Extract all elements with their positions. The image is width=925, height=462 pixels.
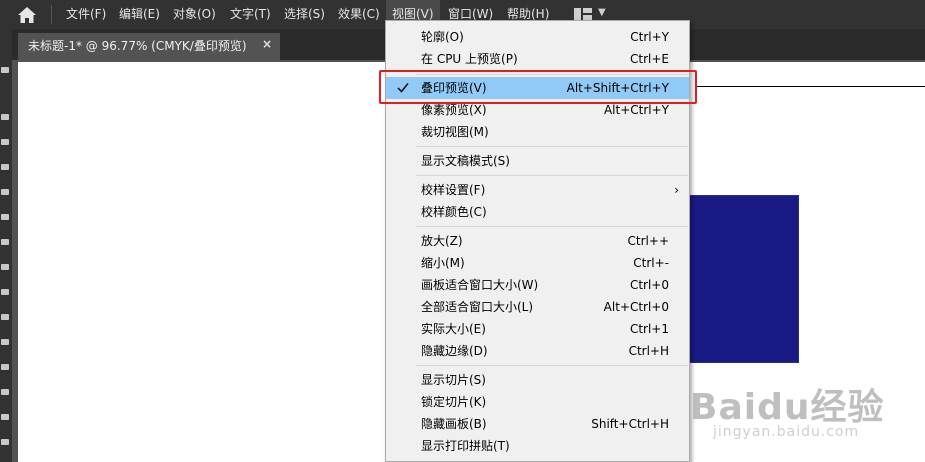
menu-object[interactable]: 对象(O) <box>173 0 216 29</box>
menu-file[interactable]: 文件(F) <box>66 0 106 29</box>
menu-item-label: 画板适合窗口大小(W) <box>421 278 539 292</box>
menu-item-label: 隐藏边缘(D) <box>421 344 488 358</box>
menu-item-actual-size[interactable]: 实际大小(E) Ctrl+1 <box>386 318 689 340</box>
menu-divider <box>416 365 688 366</box>
direct-selection-tool-icon[interactable] <box>1 114 9 120</box>
menu-item-zoom-in[interactable]: 放大(Z) Ctrl++ <box>386 230 689 252</box>
menu-type[interactable]: 文字(T) <box>230 0 271 29</box>
chevron-down-icon[interactable]: ▼ <box>598 7 606 18</box>
menu-item-shortcut: Ctrl+Y <box>630 30 669 44</box>
menu-item-trim-view[interactable]: 裁切视图(M) <box>386 121 689 143</box>
hand-tool-icon[interactable] <box>1 414 9 420</box>
menu-divider <box>416 146 688 147</box>
menu-item-shortcut: Shift+Ctrl+H <box>591 417 669 431</box>
menu-edit[interactable]: 编辑(E) <box>119 0 160 29</box>
menu-item-shortcut: Ctrl+- <box>633 256 669 270</box>
document-tab[interactable]: 未标题-1* @ 96.77% (CMYK/叠印预览) <box>18 33 280 60</box>
menu-select[interactable]: 选择(S) <box>284 0 325 29</box>
menu-item-label: 锁定切片(K) <box>421 395 487 409</box>
menu-item-hide-artboards[interactable]: 隐藏画板(B) Shift+Ctrl+H <box>386 413 689 435</box>
menu-item-label: 显示切片(S) <box>421 373 486 387</box>
menu-item-shortcut: Ctrl++ <box>627 234 669 248</box>
guide-line[interactable] <box>697 86 925 87</box>
menu-item-label: 显示文稿模式(S) <box>421 154 510 168</box>
blend-tool-icon[interactable] <box>1 389 9 395</box>
menu-item-label: 显示打印拼贴(T) <box>421 439 510 453</box>
chevron-right-icon: › <box>674 183 679 197</box>
tools-panel <box>0 29 12 462</box>
shape-builder-tool-icon[interactable] <box>1 339 9 345</box>
menu-item-label: 校样颜色(C) <box>421 205 487 219</box>
menu-item-label: 实际大小(E) <box>421 322 486 336</box>
menu-item-label: 裁切视图(M) <box>421 125 489 139</box>
rotate-tool-icon[interactable] <box>1 264 9 270</box>
menu-item-shortcut: Ctrl+1 <box>629 322 669 336</box>
selection-tool-icon[interactable] <box>1 67 9 73</box>
menu-item-cpu-preview[interactable]: 在 CPU 上预览(P) Ctrl+E <box>386 48 689 70</box>
menu-item-shortcut: Ctrl+E <box>630 52 669 66</box>
close-icon[interactable]: × <box>262 37 272 51</box>
home-icon[interactable] <box>17 6 37 24</box>
menu-item-proof-colors[interactable]: 校样颜色(C) <box>386 201 689 223</box>
menu-item-label: 在 CPU 上预览(P) <box>421 52 518 66</box>
menu-item-lock-slices[interactable]: 锁定切片(K) <box>386 391 689 413</box>
watermark-url: jingyan.baidu.com <box>713 424 860 440</box>
line-tool-icon[interactable] <box>1 189 9 195</box>
annotation-highlight-box <box>379 70 697 104</box>
eyedropper-tool-icon[interactable] <box>1 364 9 370</box>
menu-item-shortcut: Ctrl+H <box>628 344 669 358</box>
menu-divider <box>416 175 688 176</box>
artwork-rectangle[interactable] <box>685 195 799 363</box>
watermark-logo: Baidu经验 <box>690 387 885 428</box>
menu-item-label: 放大(Z) <box>421 234 463 248</box>
menu-item-zoom-out[interactable]: 缩小(M) Ctrl+- <box>386 252 689 274</box>
menu-item-show-slices[interactable]: 显示切片(S) <box>386 369 689 391</box>
menu-item-hide-edges[interactable]: 隐藏边缘(D) Ctrl+H <box>386 340 689 362</box>
menu-item-outline[interactable]: 轮廓(O) Ctrl+Y <box>386 26 689 48</box>
menu-item-fit-all[interactable]: 全部适合窗口大小(L) Alt+Ctrl+0 <box>386 296 689 318</box>
menu-item-fit-artboard[interactable]: 画板适合窗口大小(W) Ctrl+0 <box>386 274 689 296</box>
zoom-tool-icon[interactable] <box>1 439 9 445</box>
menu-item-proof-setup[interactable]: 校样设置(F) › <box>386 179 689 201</box>
menu-item-label: 全部适合窗口大小(L) <box>421 300 534 314</box>
brush-tool-icon[interactable] <box>1 239 9 245</box>
menu-item-presentation-mode[interactable]: 显示文稿模式(S) <box>386 150 689 172</box>
scale-tool-icon[interactable] <box>1 289 9 295</box>
menu-item-label: 隐藏画板(B) <box>421 417 487 431</box>
menu-item-label: 校样设置(F) <box>421 183 486 197</box>
menu-item-label: 轮廓(O) <box>421 30 464 44</box>
rectangle-tool-icon[interactable] <box>1 214 9 220</box>
type-tool-icon[interactable] <box>1 164 9 170</box>
menu-item-shortcut: Ctrl+0 <box>629 278 669 292</box>
pen-tool-icon[interactable] <box>1 139 9 145</box>
menu-divider <box>416 226 688 227</box>
menu-item-shortcut: Alt+Ctrl+0 <box>603 300 669 314</box>
menu-item-show-print-tiling[interactable]: 显示打印拼贴(T) <box>386 435 689 457</box>
width-tool-icon[interactable] <box>1 314 9 320</box>
menu-item-label: 缩小(M) <box>421 256 465 270</box>
menu-separator <box>51 5 52 24</box>
menu-effect[interactable]: 效果(C) <box>338 0 380 29</box>
